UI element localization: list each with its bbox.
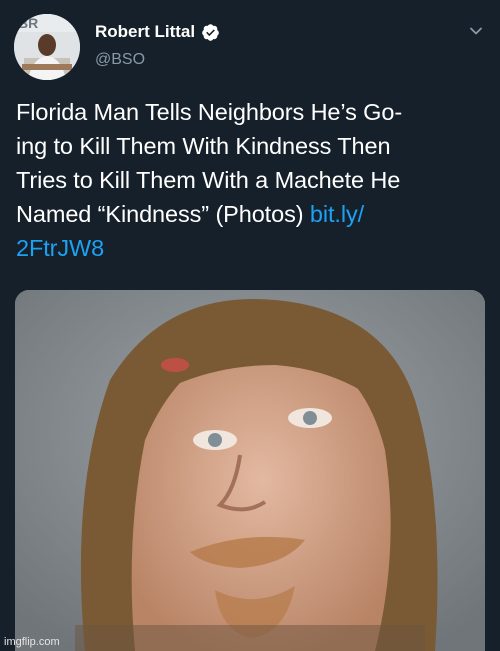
tweet-media-photo[interactable] (15, 290, 485, 651)
tweet-link-continued[interactable]: 2FtrJW8 (16, 231, 486, 265)
chevron-down-icon[interactable] (467, 22, 485, 40)
svg-text:BR: BR (18, 15, 38, 31)
mugshot-photo (15, 290, 485, 651)
tweet-text-line: Florida Man Tells Neighbors He’s Go- (16, 99, 403, 125)
author-name-row: Robert Littal (95, 22, 220, 42)
avatar-image: BR (14, 14, 80, 80)
watermark: imgflip.com (4, 636, 60, 648)
tweet-card: BR Robert Littal @BSO Florida Man Tells … (0, 0, 500, 651)
author-avatar[interactable]: BR (14, 14, 80, 80)
author-display-name[interactable]: Robert Littal (95, 22, 195, 42)
tweet-text-line: Named “Kindness” (Photos) bit.ly/ (16, 197, 486, 231)
tweet-text-line: Tries to Kill Them With a Machete He (16, 167, 401, 193)
tweet-text-segment: Named “Kindness” (Photos) (16, 201, 310, 227)
tweet-text-line: ing to Kill Them With Kindness Then (16, 133, 391, 159)
verified-badge-icon (202, 23, 219, 41)
author-handle[interactable]: @BSO (95, 51, 145, 69)
tweet-link[interactable]: bit.ly/ (310, 201, 364, 227)
tweet-text: Florida Man Tells Neighbors He’s Go- ing… (16, 95, 486, 265)
